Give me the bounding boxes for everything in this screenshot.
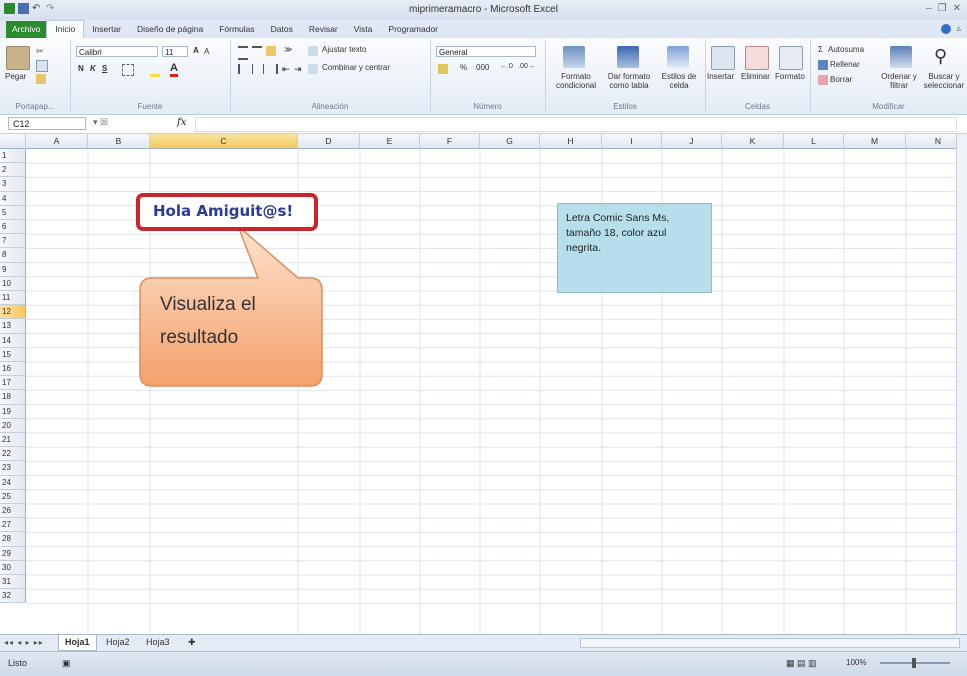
sheet-nav-arrows-icon[interactable]: ◂◂ ◂ ▸ ▸▸	[4, 638, 44, 647]
insert-sheet-icon[interactable]: ✚	[182, 635, 202, 650]
macro-record-icon[interactable]: ▣	[62, 658, 71, 669]
callout-line1: Visualiza el	[160, 294, 256, 315]
excel-window: ↶ ↷ miprimeramacro - Microsoft Excel – ❐…	[0, 0, 967, 676]
horizontal-scrollbar[interactable]	[580, 638, 960, 648]
sheet-tab-bar: ◂◂ ◂ ▸ ▸▸ Hoja1 Hoja2 Hoja3 ✚	[0, 634, 967, 652]
cell-c4-text: Hola Amiguit@s!	[153, 202, 294, 220]
zoom-slider-thumb[interactable]	[912, 658, 916, 668]
sheet-tab-hoja2[interactable]: Hoja2	[100, 635, 136, 650]
sheet-tab-hoja3[interactable]: Hoja3	[140, 635, 176, 650]
sheet-tab-hoja1[interactable]: Hoja1	[58, 635, 97, 651]
zoom-level[interactable]: 100%	[846, 658, 866, 667]
format-note-box: Letra Comic Sans Ms, tamaño 18, color az…	[557, 203, 712, 293]
highlighted-cell-c4[interactable]: Hola Amiguit@s!	[136, 193, 318, 231]
callout-line2: resultado	[160, 327, 239, 348]
status-mode: Listo	[8, 658, 28, 668]
status-bar: Listo ▣ ▦ ▤ ▥ 100%	[0, 651, 967, 676]
callout-shape	[139, 225, 323, 387]
view-buttons-icon[interactable]: ▦ ▤ ▥	[786, 658, 817, 669]
